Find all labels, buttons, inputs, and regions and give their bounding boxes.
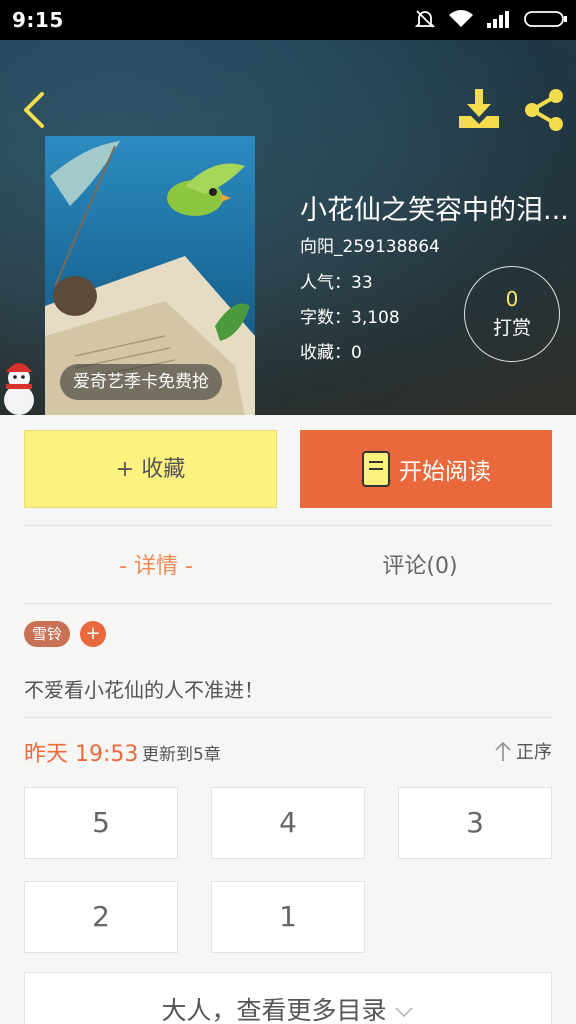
tab-comments[interactable]: 评论(0) <box>288 548 552 580</box>
chapter-item[interactable]: 4 <box>211 787 365 859</box>
mute-bell-icon <box>414 10 436 28</box>
update-count: 更新到5章 <box>142 745 221 765</box>
arrow-up-icon <box>495 741 511 761</box>
signal-icon <box>487 11 509 28</box>
start-reading-button[interactable]: 开始阅读 <box>300 430 552 508</box>
wifi-icon <box>449 10 473 27</box>
word-count-text: 字数：3,108 <box>300 308 400 328</box>
promo-banner[interactable]: 爱奇艺季卡免费抢 <box>60 364 222 400</box>
book-header: 爱奇艺季卡免费抢 小花仙之笑容中的泪... 向阳_259138864 人气：33… <box>0 40 576 415</box>
more-chapters-button[interactable]: 大人，查看更多目录 <box>24 972 552 1024</box>
collections-text: 收藏：0 <box>300 343 362 363</box>
status-bar: 9:15 <box>0 0 576 40</box>
tag-chip[interactable]: 雪铃 <box>24 621 71 647</box>
status-time: 9:15 <box>12 8 64 32</box>
share-icon[interactable] <box>520 86 568 134</box>
reward-count: 0 <box>505 287 519 311</box>
tab-details[interactable]: - 详情 - <box>24 548 288 580</box>
divider <box>24 717 552 718</box>
status-icons <box>414 8 568 30</box>
book-intro: 不爱看小花仙的人不准进！ <box>24 678 264 702</box>
more-chapters-label: 大人，查看更多目录 <box>161 996 387 1024</box>
add-tag-button[interactable]: + <box>80 621 106 647</box>
battery-icon <box>524 11 567 27</box>
divider <box>24 525 552 526</box>
divider <box>24 603 552 604</box>
reward-button[interactable]: 0 打赏 <box>464 266 560 362</box>
update-time: 昨天 19:53 <box>24 742 139 767</box>
popularity-text: 人气：33 <box>300 273 373 293</box>
chapter-item[interactable]: 3 <box>398 787 552 859</box>
update-row: 昨天 19:53 更新到5章 正序 <box>24 736 552 767</box>
download-icon[interactable] <box>456 86 502 132</box>
sort-button[interactable]: 正序 <box>494 738 552 764</box>
chapter-item[interactable]: 1 <box>211 881 365 953</box>
start-reading-label: 开始阅读 <box>399 459 491 485</box>
book-title: 小花仙之笑容中的泪... <box>300 195 569 226</box>
sort-label: 正序 <box>516 742 552 763</box>
chapter-item[interactable]: 2 <box>24 881 178 953</box>
chapter-item[interactable]: 5 <box>24 787 178 859</box>
reward-label: 打赏 <box>492 317 531 339</box>
snowman-icon[interactable] <box>0 360 38 415</box>
book-author[interactable]: 向阳_259138864 <box>300 232 440 257</box>
book-icon <box>362 451 390 487</box>
chevron-down-icon <box>395 1007 414 1018</box>
back-arrow-icon[interactable] <box>14 88 54 132</box>
collect-button[interactable]: + 收藏 <box>24 430 277 508</box>
